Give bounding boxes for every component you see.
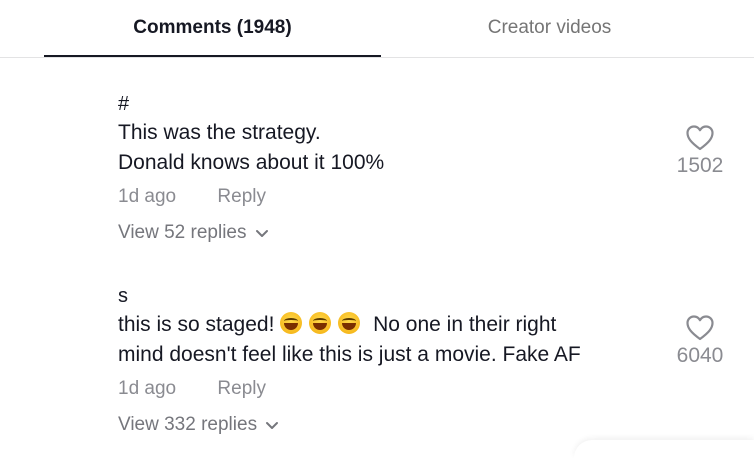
comment-meta: 1d ago Reply	[118, 182, 738, 212]
laughing-tears-emoji-icon	[280, 312, 303, 334]
view-replies-label: View 52 replies	[118, 222, 247, 243]
comment-text-line: this is so staged! No one in their right	[118, 310, 738, 340]
reply-button[interactable]: Reply	[217, 374, 266, 404]
heart-outline-icon	[686, 315, 714, 341]
chevron-down-icon	[266, 421, 279, 429]
comment-item: s this is so staged! No one in their rig…	[118, 282, 738, 440]
comment-text-segment: this is so staged!	[118, 313, 275, 336]
view-replies-label: View 332 replies	[118, 414, 258, 435]
comment-time: 1d ago	[118, 186, 177, 207]
view-replies-button[interactable]: View 332 replies	[118, 410, 279, 440]
reply-button[interactable]: Reply	[217, 182, 266, 212]
comment-username[interactable]: s	[118, 282, 738, 310]
comment-text-line: mind doesn't feel like this is just a mo…	[118, 343, 581, 366]
comment-username[interactable]: #	[118, 90, 738, 118]
heart-outline-icon	[686, 125, 714, 151]
comment-input-edge	[574, 440, 754, 458]
comment-text-line: This was the strategy.	[118, 121, 321, 144]
chevron-down-icon	[255, 229, 268, 237]
tab-comments[interactable]: Comments (1948)	[44, 0, 381, 57]
like-button[interactable]: 1502	[665, 124, 735, 179]
comment-tabs: Comments (1948) Creator videos	[0, 0, 754, 58]
like-button[interactable]: 6040	[665, 314, 735, 369]
comment-text-line: Donald knows about it 100%	[118, 151, 385, 174]
like-count: 6040	[676, 344, 724, 367]
comment-text-segment: No one in their right	[373, 313, 557, 336]
comment-meta: 1d ago Reply	[118, 374, 738, 404]
tab-creator-videos[interactable]: Creator videos	[381, 0, 718, 56]
like-count: 1502	[676, 154, 724, 177]
view-replies-button[interactable]: View 52 replies	[118, 218, 269, 248]
laughing-tears-emoji-icon	[309, 312, 332, 334]
comment-item: # This was the strategy. Donald knows ab…	[118, 90, 738, 248]
laughing-tears-emoji-icon	[338, 312, 361, 334]
comment-time: 1d ago	[118, 378, 177, 399]
